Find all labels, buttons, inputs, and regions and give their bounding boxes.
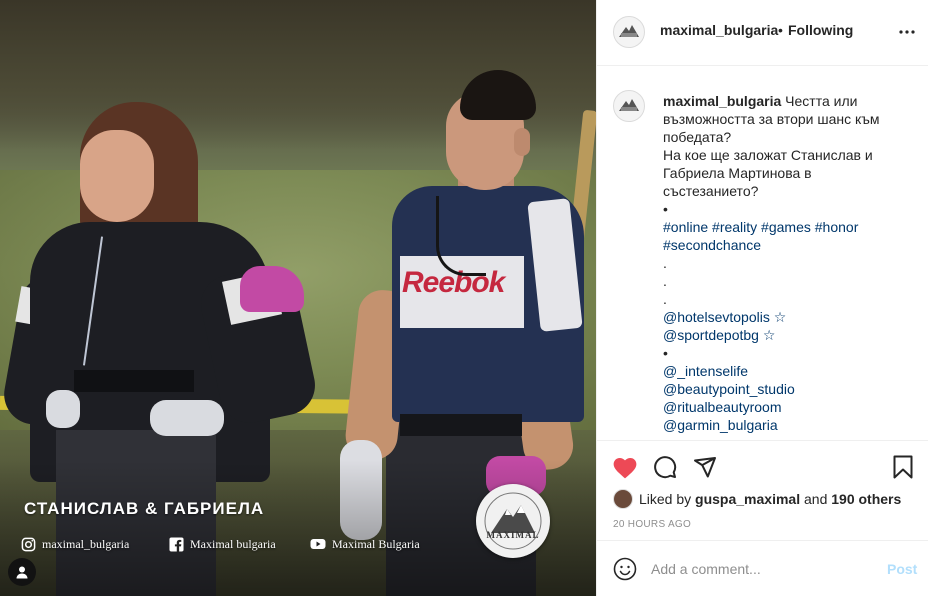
comment-bubble-icon [654, 456, 677, 479]
caption-line: На кое ще заложат Станислав и [663, 147, 873, 163]
caption-line: възможността за втори шанс към [663, 111, 880, 127]
maximal-logo-badge: MAXIMAL [476, 484, 550, 558]
likes-prefix: Liked by [639, 491, 692, 507]
woman-left-glove [46, 390, 80, 428]
following-button[interactable]: Following [788, 22, 853, 38]
maximal-logo-icon [619, 99, 639, 111]
man-ear [514, 128, 530, 156]
liker-avatar[interactable] [613, 489, 633, 509]
caption-line: Габриела Мартинова в [663, 165, 812, 181]
overlay-title: СТАНИСЛАВ & ГАБРИЕЛА [24, 499, 265, 518]
post-caption: maximal_bulgaria Честта или възможността… [663, 92, 913, 434]
caption-mention[interactable]: @garmin_bulgaria [663, 416, 913, 434]
maximal-logo-icon [619, 25, 639, 37]
instagram-post-view: Reebok СТАНИСЛАВ & ГАБРИЕЛА maximal_bulg… [0, 0, 928, 596]
caption-line: . [663, 291, 667, 307]
comment-button[interactable] [649, 451, 681, 483]
caption-line: • [663, 345, 668, 361]
caption-line: Честта или [785, 93, 858, 109]
like-button[interactable] [609, 451, 641, 483]
man-whistle-cord [436, 196, 486, 276]
more-dots-icon [899, 30, 915, 34]
caption-mention[interactable]: @hotelsevtopolis ☆ [663, 308, 913, 326]
paper-plane-icon [694, 457, 716, 478]
post-photo[interactable]: Reebok СТАНИСЛАВ & ГАБРИЕЛА maximal_bulg… [0, 0, 596, 596]
liker-username[interactable]: guspa_maximal [695, 491, 800, 507]
badge-text: MAXIMAL [486, 530, 540, 540]
caption-author-avatar[interactable] [613, 90, 645, 122]
post-header: maximal_bulgaria • Following [597, 0, 928, 66]
smiley-icon [613, 557, 637, 581]
header-separator: • [778, 22, 783, 38]
caption-mention[interactable]: @ritualbeautyroom [663, 398, 913, 416]
person-icon [16, 566, 28, 579]
caption-hashtags[interactable]: #secondchance [663, 236, 913, 254]
youtube-icon [310, 536, 326, 552]
save-button[interactable] [887, 451, 919, 483]
caption-scroll-area[interactable]: maximal_bulgaria Честта или възможността… [597, 66, 928, 440]
more-options-button[interactable] [895, 20, 919, 44]
social-facebook: Maximal bulgaria [168, 534, 276, 554]
likes-summary: Liked by guspa_maximal and 190 others [613, 489, 901, 509]
social-youtube: Maximal Bulgaria [310, 534, 420, 554]
social-instagram-label: maximal_bulgaria [42, 536, 130, 551]
social-facebook-label: Maximal bulgaria [190, 536, 276, 551]
caption-line: победата? [663, 129, 732, 145]
bookmark-icon [893, 455, 913, 479]
facebook-icon [168, 536, 184, 552]
caption-username[interactable]: maximal_bulgaria [663, 93, 781, 109]
post-timestamp[interactable]: 20 HOURS AGO [613, 519, 691, 530]
likes-middle: and [804, 491, 828, 507]
post-side-panel: maximal_bulgaria • Following maximal_bul… [596, 0, 928, 596]
emoji-button[interactable] [613, 557, 637, 581]
caption-mention[interactable]: @_intenselife [663, 362, 913, 380]
social-youtube-label: Maximal Bulgaria [332, 536, 420, 551]
share-button[interactable] [689, 451, 721, 483]
caption-line: . [663, 255, 667, 271]
author-username[interactable]: maximal_bulgaria [660, 22, 778, 38]
social-instagram: maximal_bulgaria [20, 534, 129, 554]
comment-form: Post [597, 540, 928, 596]
tagged-users-button[interactable] [8, 558, 36, 586]
woman-face [80, 130, 154, 222]
heart-filled-icon [613, 458, 637, 479]
likes-others-link[interactable]: 190 others [831, 491, 901, 507]
caption-mention[interactable]: @beautypoint_studio [663, 380, 913, 398]
man-belt [400, 414, 522, 436]
caption-mention[interactable]: @sportdepotbg ☆ [663, 326, 913, 344]
caption-line: . [663, 273, 667, 289]
comment-input[interactable] [651, 559, 871, 579]
caption-line: състезанието? [663, 183, 759, 199]
woman-belt [74, 370, 194, 392]
woman-right-glove [150, 400, 224, 436]
instagram-icon [20, 536, 36, 552]
post-comment-button[interactable]: Post [887, 561, 917, 577]
author-avatar[interactable] [613, 16, 645, 48]
caption-hashtags[interactable]: #online #reality #games #honor [663, 218, 913, 236]
caption-line: • [663, 201, 668, 217]
